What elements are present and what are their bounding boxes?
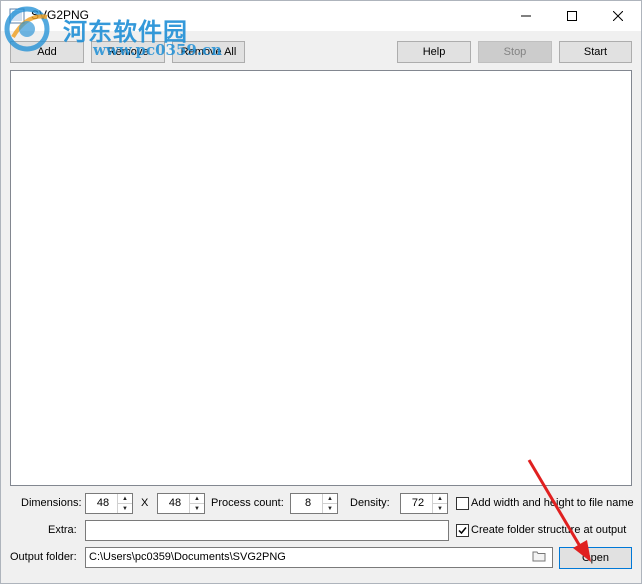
spinner-down-icon[interactable]: ▼ — [323, 504, 337, 513]
height-value[interactable]: 48 — [158, 497, 192, 509]
add-wh-checkbox[interactable] — [456, 497, 469, 510]
create-folder-checkbox[interactable] — [456, 524, 469, 537]
maximize-icon — [567, 11, 577, 21]
annotation-arrow-icon — [527, 459, 591, 562]
watermark-logo — [3, 3, 59, 59]
spinner-up-icon[interactable]: ▲ — [433, 494, 447, 504]
density-spinner[interactable]: 72 ▲ ▼ — [400, 493, 448, 514]
stop-button[interactable]: Stop — [478, 41, 552, 63]
extra-input[interactable] — [85, 520, 449, 541]
output-folder-input[interactable]: C:\Users\pc0359\Documents\SVG2PNG — [85, 547, 553, 568]
width-value[interactable]: 48 — [86, 497, 120, 509]
start-button[interactable]: Start — [559, 41, 632, 63]
close-icon — [613, 11, 623, 21]
density-spinner-arrows: ▲ ▼ — [432, 494, 447, 513]
spinner-down-icon[interactable]: ▼ — [118, 504, 132, 513]
minimize-icon — [521, 15, 531, 17]
process-count-value[interactable]: 8 — [291, 497, 325, 509]
spinner-up-icon[interactable]: ▲ — [190, 494, 204, 504]
height-spinner[interactable]: 48 ▲ ▼ — [157, 493, 205, 514]
density-label: Density: — [350, 497, 390, 509]
app-window: SVG2PNG Add Remove Remove All Help Stop … — [0, 0, 642, 584]
help-button-label: Help — [422, 46, 446, 58]
output-folder-value: C:\Users\pc0359\Documents\SVG2PNG — [89, 551, 286, 563]
height-spinner-arrows: ▲ ▼ — [189, 494, 204, 513]
stop-button-label: Stop — [503, 46, 527, 58]
extra-label: Extra: — [48, 524, 77, 536]
spinner-up-icon[interactable]: ▲ — [118, 494, 132, 504]
close-button[interactable] — [595, 1, 641, 31]
process-count-spinner-arrows: ▲ ▼ — [322, 494, 337, 513]
width-spinner-arrows: ▲ ▼ — [117, 494, 132, 513]
x-label: X — [141, 497, 149, 509]
output-folder-label: Output folder: — [10, 551, 77, 563]
watermark-url: www.pc0359.cn — [93, 41, 223, 59]
process-count-spinner[interactable]: 8 ▲ ▼ — [290, 493, 338, 514]
spinner-down-icon[interactable]: ▼ — [190, 504, 204, 513]
process-count-label: Process count: — [211, 497, 284, 509]
help-button[interactable]: Help — [397, 41, 471, 63]
spinner-down-icon[interactable]: ▼ — [433, 504, 447, 513]
width-spinner[interactable]: 48 ▲ ▼ — [85, 493, 133, 514]
file-list[interactable] — [10, 70, 632, 486]
dimensions-label: Dimensions: — [21, 497, 82, 509]
maximize-button[interactable] — [549, 1, 595, 31]
density-value[interactable]: 72 — [401, 497, 435, 509]
start-button-label: Start — [583, 46, 608, 58]
spinner-up-icon[interactable]: ▲ — [323, 494, 337, 504]
minimize-button[interactable] — [503, 1, 549, 31]
checkmark-icon — [458, 527, 467, 535]
